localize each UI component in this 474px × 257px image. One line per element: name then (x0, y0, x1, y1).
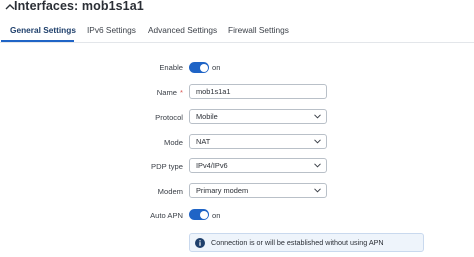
protocol-value: Mobile (196, 112, 218, 121)
tab-advanced-settings[interactable]: Advanced Settings (148, 25, 217, 35)
info-alert: Connection is or will be established wit… (189, 233, 424, 252)
auto-apn-state-text: on (212, 211, 221, 220)
interface-settings-page: Interfaces: mob1s1a1 General Settings IP… (0, 0, 474, 257)
tab-firewall-settings[interactable]: Firewall Settings (228, 25, 289, 35)
auto-apn-label: Auto APN (150, 211, 183, 220)
chevron-down-icon (314, 139, 321, 144)
pdp-type-value: IPv4/IPv6 (196, 161, 228, 170)
modem-value: Primary modem (196, 186, 249, 195)
tab-bar: General Settings IPv6 Settings Advanced … (0, 20, 474, 43)
required-mark: * (180, 88, 183, 97)
tab-general-settings[interactable]: General Settings (10, 25, 76, 35)
modem-label: Modem (157, 187, 183, 196)
toggle-knob (199, 63, 208, 72)
tab-ipv6-settings[interactable]: IPv6 Settings (87, 25, 136, 35)
chevron-down-icon (314, 114, 321, 119)
name-label-text: Name (156, 88, 178, 97)
pdp-type-select[interactable]: IPv4/IPv6 (189, 158, 327, 173)
pdp-type-label: PDP type (151, 162, 183, 171)
enable-label: Enable (159, 63, 183, 72)
mode-select[interactable]: NAT (189, 134, 327, 149)
active-tab-indicator (1, 40, 74, 42)
info-message: Connection is or will be established wit… (211, 238, 384, 247)
name-field[interactable] (189, 84, 327, 99)
toggle-knob (199, 210, 208, 219)
enable-state-text: on (212, 63, 221, 72)
chevron-down-icon (314, 163, 321, 168)
auto-apn-toggle[interactable] (189, 209, 209, 220)
modem-select[interactable]: Primary modem (189, 183, 327, 198)
info-icon (195, 238, 205, 248)
section-header: Interfaces: mob1s1a1 (0, 0, 474, 14)
name-label: Name * (63, 88, 183, 97)
protocol-label: Protocol (155, 113, 183, 122)
chevron-down-icon (314, 188, 321, 193)
mode-value: NAT (196, 137, 211, 146)
page-title: Interfaces: mob1s1a1 (14, 0, 144, 13)
protocol-select[interactable]: Mobile (189, 109, 327, 124)
mode-label: Mode (164, 138, 183, 147)
enable-toggle[interactable] (189, 62, 209, 73)
